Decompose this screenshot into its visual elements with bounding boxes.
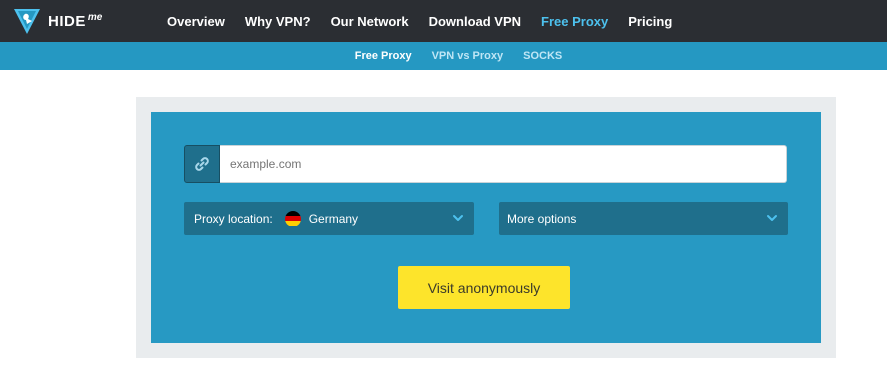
url-field-group: [184, 145, 787, 183]
main-nav: Overview Why VPN? Our Network Download V…: [157, 0, 682, 42]
hideme-logo[interactable]: HIDE me: [12, 6, 102, 36]
link-icon: [184, 145, 220, 183]
subnav-item-free-proxy[interactable]: Free Proxy: [355, 50, 412, 62]
chevron-down-icon: [453, 215, 463, 221]
top-navbar: HIDE me Overview Why VPN? Our Network Do…: [0, 0, 887, 42]
url-input[interactable]: [220, 145, 787, 183]
nav-item-download-vpn[interactable]: Download VPN: [429, 14, 521, 29]
subnav-item-socks[interactable]: SOCKS: [523, 50, 562, 62]
sub-navbar: Free Proxy VPN vs Proxy SOCKS: [0, 42, 887, 70]
visit-anonymously-button[interactable]: Visit anonymously: [398, 266, 570, 309]
subnav-item-vpn-vs-proxy[interactable]: VPN vs Proxy: [432, 50, 504, 62]
hideme-logo-icon: [14, 9, 40, 34]
chevron-down-icon: [767, 215, 777, 221]
nav-item-pricing[interactable]: Pricing: [628, 14, 672, 29]
nav-item-overview[interactable]: Overview: [167, 14, 225, 29]
more-options-select[interactable]: More options: [499, 202, 788, 235]
proxy-location-value: Germany: [308, 211, 359, 226]
logo-suffix: me: [87, 11, 103, 23]
proxy-location-select[interactable]: Proxy location: Germany: [184, 202, 474, 235]
more-options-label: More options: [507, 211, 577, 226]
nav-item-free-proxy[interactable]: Free Proxy: [541, 14, 608, 29]
logo-text: HIDE: [48, 12, 86, 30]
nav-item-why-vpn[interactable]: Why VPN?: [245, 14, 311, 29]
proxy-location-label: Proxy location:: [194, 211, 273, 226]
nav-item-our-network[interactable]: Our Network: [331, 14, 409, 29]
germany-flag-icon: [284, 210, 301, 227]
